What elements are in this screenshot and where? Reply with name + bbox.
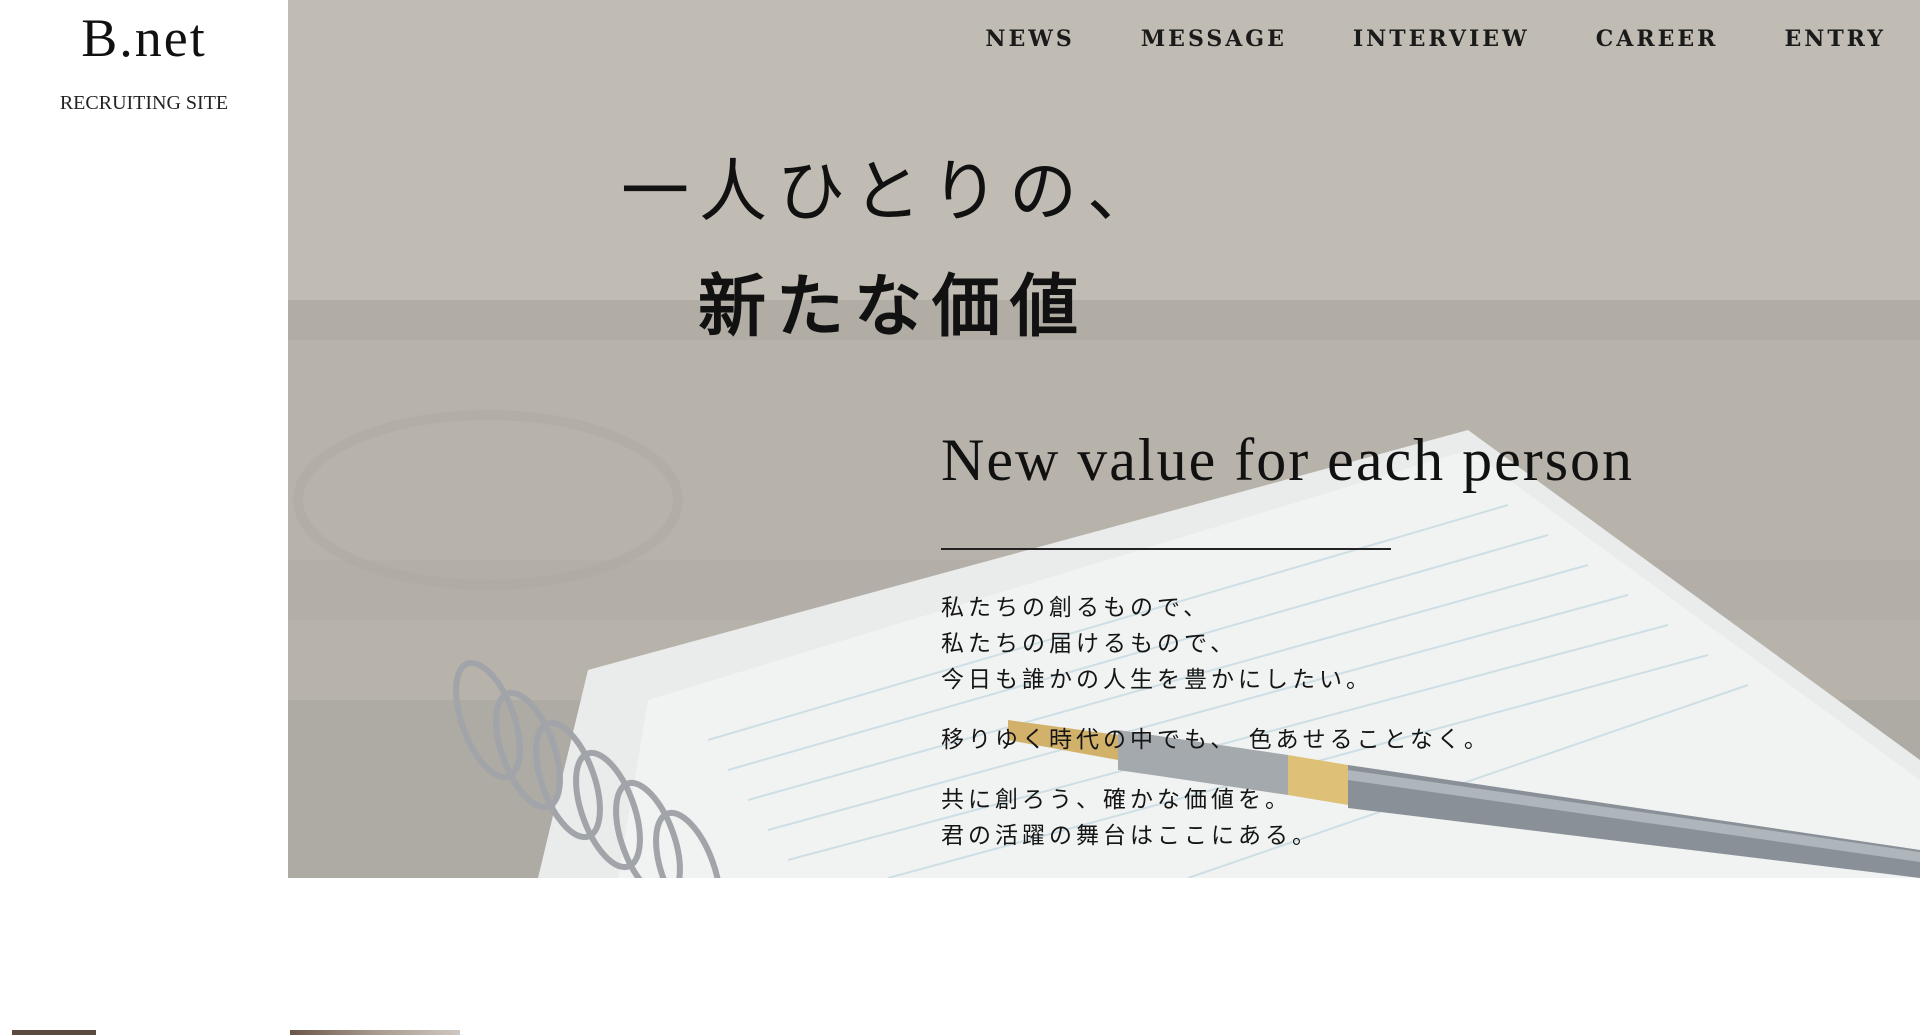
title-divider: [941, 548, 1391, 550]
message-line: 共に創ろう、確かな価値を。: [941, 787, 1292, 813]
brand-area: B.net RECRUITING SITE: [0, 0, 288, 878]
page: B.net RECRUITING SITE NEWS MESSAGE INTER…: [0, 0, 1920, 1035]
hero-headline-line1: 一人ひとりの、: [621, 153, 1165, 232]
nav-entry[interactable]: ENTRY: [1784, 24, 1886, 54]
nav-message[interactable]: MESSAGE: [1141, 24, 1287, 54]
hero-english-title: New value for each person: [941, 427, 1635, 493]
nav-news[interactable]: NEWS: [985, 24, 1074, 54]
main-nav: NEWS MESSAGE INTERVIEW CAREER ENTRY: [919, 24, 1886, 54]
message-line: 移りゆく時代の中でも、 色あせることなく。: [941, 727, 1491, 753]
message-line: 今日も誰かの人生を豊かにしたい。: [941, 667, 1373, 693]
thumbnail-image[interactable]: [290, 1030, 460, 1035]
site-subtitle: RECRUITING SITE: [59, 92, 229, 114]
nav-career[interactable]: CAREER: [1596, 24, 1719, 54]
hero-headline-line2: 新たな価値: [697, 267, 1088, 347]
message-paragraph-1: 私たちの創るもので、 私たちの届けるもので、 今日も誰かの人生を豊かにしたい。: [941, 590, 1373, 698]
message-paragraph-2: 移りゆく時代の中でも、 色あせることなく。: [941, 722, 1491, 758]
message-line: 私たちの届けるもので、: [941, 631, 1238, 657]
nav-interview[interactable]: INTERVIEW: [1353, 24, 1530, 54]
hero-section: NEWS MESSAGE INTERVIEW CAREER ENTRY 一人ひと…: [288, 0, 1920, 878]
thumbnail-image[interactable]: [12, 1030, 96, 1035]
message-line: 私たちの創るもので、: [941, 595, 1211, 621]
message-paragraph-3: 共に創ろう、確かな価値を。 君の活躍の舞台はここにある。: [941, 782, 1319, 854]
message-line: 君の活躍の舞台はここにある。: [941, 823, 1319, 849]
site-logo[interactable]: B.net: [0, 6, 288, 70]
